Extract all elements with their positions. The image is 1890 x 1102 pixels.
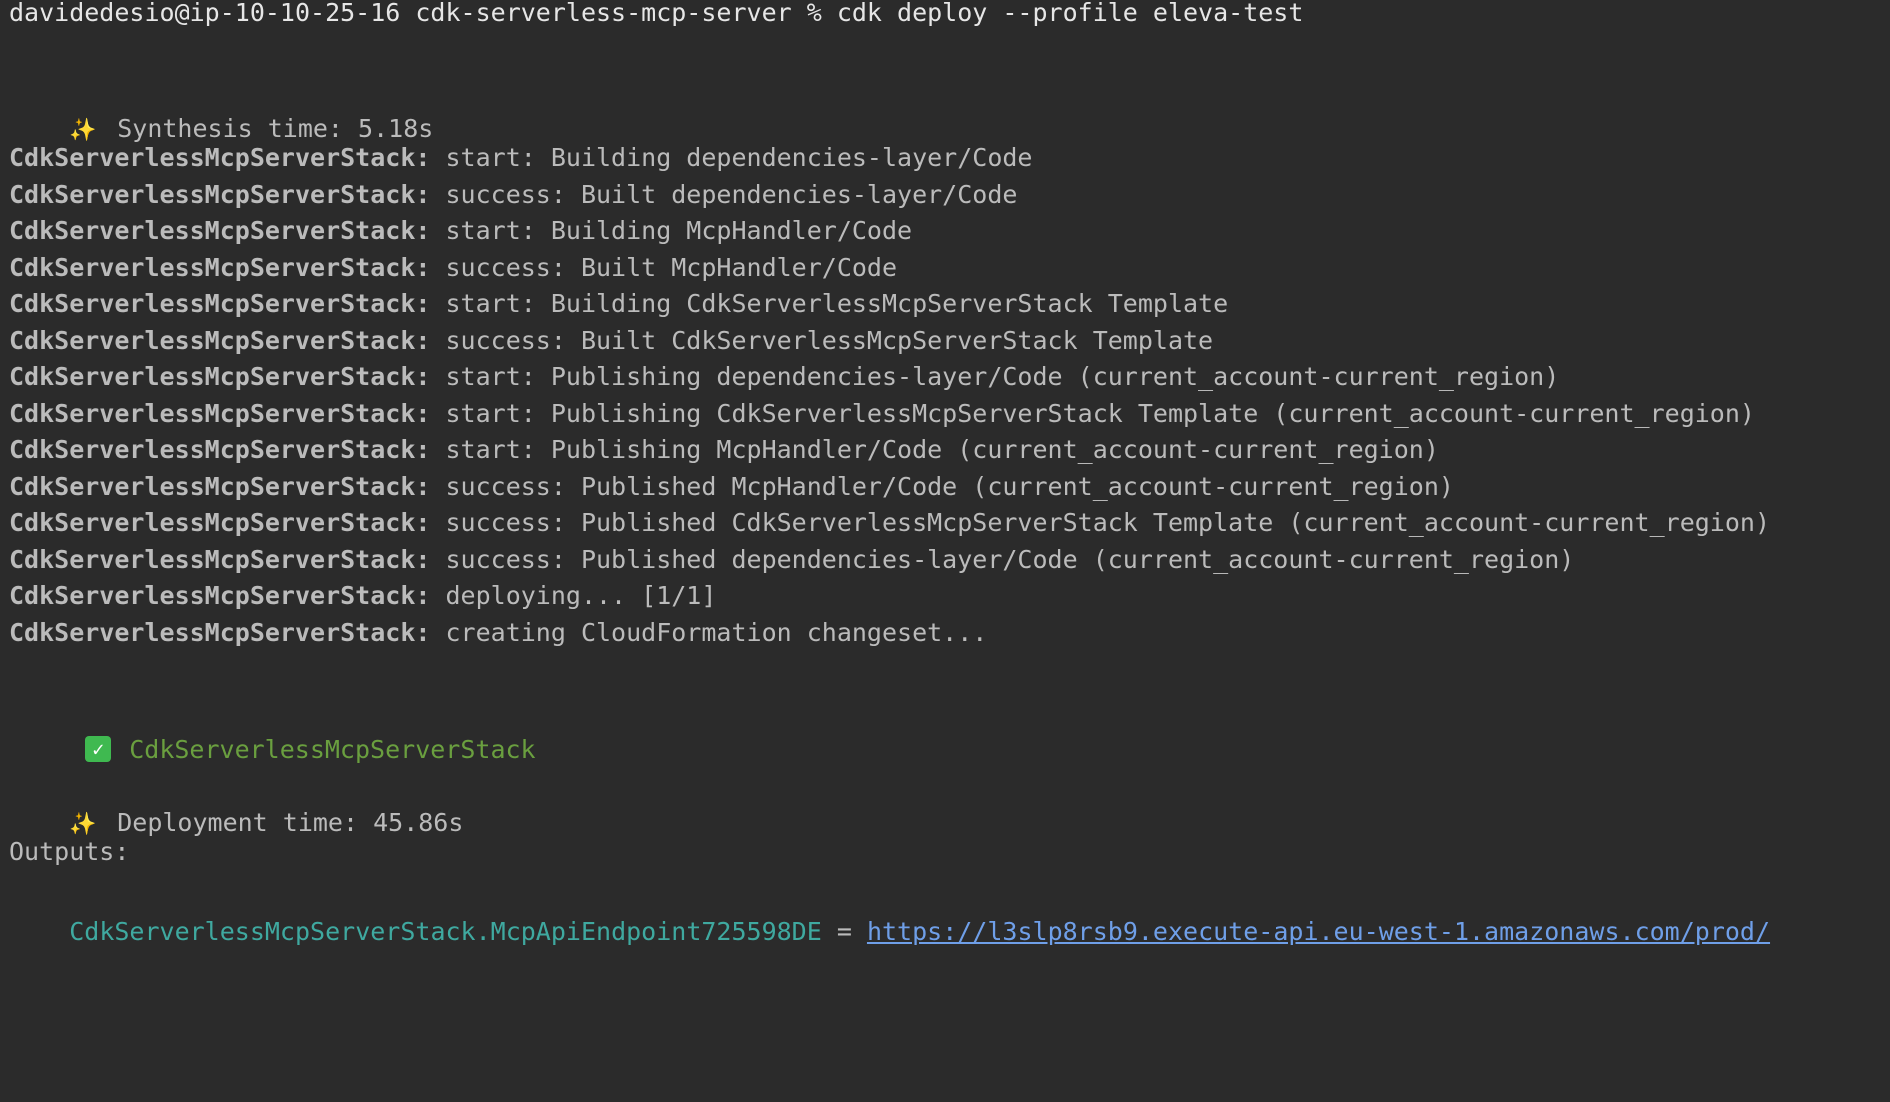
- log-message: deploying... [1/1]: [430, 581, 717, 610]
- log-message: creating CloudFormation changeset...: [430, 617, 988, 647]
- log-message: success: Built McpHandler/Code: [430, 252, 898, 282]
- log-message: start: Publishing CdkServerlessMcpServer…: [430, 398, 1755, 428]
- stack-prefix: CdkServerlessMcpServerStack:: [9, 325, 431, 355]
- stack-prefix: CdkServerlessMcpServerStack:: [9, 544, 431, 574]
- log-message: start: Building CdkServerlessMcpServerSt…: [430, 289, 1229, 318]
- output-endpoint-line: CdkServerlessMcpServerStack.McpApiEndpoi…: [9, 866, 1770, 946]
- output-separator: =: [821, 917, 867, 946]
- stack-prefix: CdkServerlessMcpServerStack:: [9, 289, 431, 318]
- stack-prefix: CdkServerlessMcpServerStack:: [9, 471, 431, 501]
- stack-prefix: CdkServerlessMcpServerStack:: [9, 216, 431, 245]
- stack-prefix: CdkServerlessMcpServerStack:: [9, 435, 431, 464]
- terminal-window[interactable]: davidedesio@ip-10-10-25-16 cdk-serverles…: [0, 0, 1890, 1102]
- stack-prefix: CdkServerlessMcpServerStack:: [9, 617, 431, 647]
- log-message: success: Published dependencies-layer/Co…: [430, 544, 1575, 574]
- api-endpoint-link[interactable]: https://l3slp8rsb9.execute-api.eu-west-1…: [867, 917, 1770, 946]
- stack-prefix: CdkServerlessMcpServerStack:: [9, 362, 431, 391]
- log-message: success: Built dependencies-layer/Code: [430, 179, 1018, 209]
- log-message: start: Building McpHandler/Code: [430, 216, 913, 245]
- stack-prefix: CdkServerlessMcpServerStack:: [9, 252, 431, 282]
- log-message: start: Publishing McpHandler/Code (curre…: [430, 435, 1439, 464]
- log-line: CdkServerlessMcpServerStack: creating Cl…: [9, 611, 987, 655]
- stack-prefix: CdkServerlessMcpServerStack:: [9, 508, 431, 537]
- log-message: success: Published McpHandler/Code (curr…: [430, 471, 1454, 501]
- output-key: CdkServerlessMcpServerStack.McpApiEndpoi…: [69, 917, 822, 946]
- deploy-result-line: ✓ CdkServerlessMcpServerStack: [9, 684, 536, 764]
- stack-prefix: CdkServerlessMcpServerStack:: [9, 581, 431, 610]
- log-message: success: Built CdkServerlessMcpServerSta…: [430, 325, 1214, 355]
- log-message: start: Publishing dependencies-layer/Cod…: [430, 362, 1560, 391]
- synthesis-time-line: ✨ Synthesis time: 5.18s: [9, 63, 433, 143]
- log-message: success: Published CdkServerlessMcpServe…: [430, 508, 1771, 537]
- stack-prefix: CdkServerlessMcpServerStack:: [9, 179, 431, 209]
- stack-prefix: CdkServerlessMcpServerStack:: [9, 143, 431, 172]
- command-prompt-line: davidedesio@ip-10-10-25-16 cdk-serverles…: [9, 0, 1304, 27]
- log-message: start: Building dependencies-layer/Code: [430, 143, 1033, 172]
- deployment-time-line: ✨ Deployment time: 45.86s: [9, 757, 463, 837]
- stack-prefix: CdkServerlessMcpServerStack:: [9, 398, 431, 428]
- deployment-time-text: Deployment time: 45.86s: [117, 808, 464, 837]
